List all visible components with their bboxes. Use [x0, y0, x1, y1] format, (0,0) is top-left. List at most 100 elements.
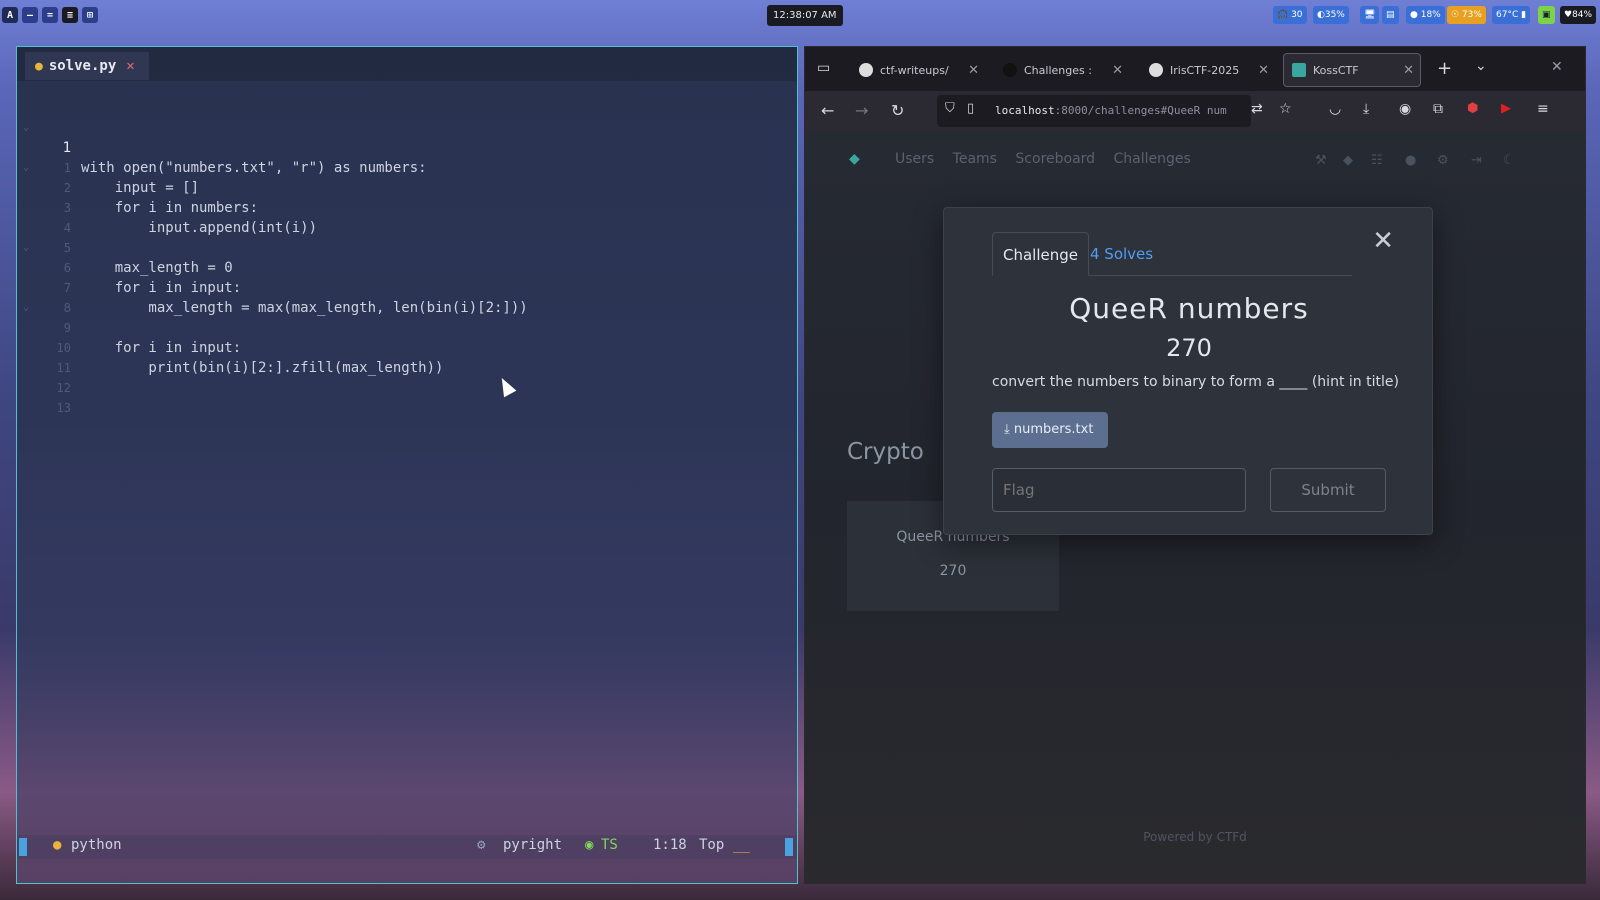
- category-heading: Crypto: [847, 439, 924, 465]
- ctfd-logo-icon[interactable]: ◆: [849, 151, 860, 167]
- footer-powered-by[interactable]: Powered by CTFd: [805, 830, 1585, 844]
- battery-indicator[interactable]: ♥84%: [1560, 6, 1597, 24]
- code-line[interactable]: 7 max_length = max(max_length, len(bin(i…: [17, 238, 797, 316]
- site-favicon-icon: [1003, 63, 1017, 77]
- close-tab-icon[interactable]: ✕: [126, 58, 134, 74]
- memory-indicator[interactable]: ☉ 73%: [1447, 6, 1486, 24]
- mode-indicator-right: [785, 838, 793, 856]
- close-tab-icon[interactable]: ✕: [1403, 63, 1414, 78]
- code-line[interactable]: 1 input = []: [17, 118, 797, 196]
- menu-icon[interactable]: ≡: [1537, 101, 1549, 117]
- cursor-position: 1:18: [653, 837, 687, 853]
- code-line[interactable]: 13: [17, 358, 797, 415]
- browser-nav-bar: ← → ↻ localhost:8000/challenges#QueeR nu…: [805, 91, 1585, 133]
- nav-scoreboard[interactable]: Scoreboard: [1015, 151, 1095, 167]
- code-line[interactable]: 12: [17, 338, 797, 395]
- code-line[interactable]: 3 input.append(int(i)): [17, 158, 797, 236]
- browser-tab-irisctf[interactable]: IrisCTF-2025 ✕: [1141, 53, 1275, 87]
- code-line[interactable]: ⌄ 2 for i in numbers:: [17, 138, 797, 216]
- shield-icon[interactable]: ⛉: [945, 101, 955, 116]
- url-host: localhost: [995, 104, 1055, 117]
- headphone-volume-indicator[interactable]: 🎧 30: [1273, 6, 1307, 24]
- code-line[interactable]: 8: [17, 258, 797, 315]
- editor-tab-solve-py[interactable]: ● solve.py ✕: [25, 52, 149, 80]
- code-line[interactable]: ⌄ 1 with open("numbers.txt", "r") as num…: [17, 98, 797, 176]
- code-line[interactable]: 11: [17, 318, 797, 375]
- modal-tabs: Challenge 4 Solves: [992, 232, 1352, 276]
- nav-challenges[interactable]: Challenges: [1114, 151, 1191, 167]
- forward-icon[interactable]: →: [855, 101, 868, 120]
- workspace-3-icon[interactable]: ≡: [62, 7, 78, 23]
- system-top-bar: A – = ≡ ⊞ 12:38:07 AM 🎧 30 ◐35% 🖥 ▤ ● 18…: [0, 0, 1600, 30]
- brightness-indicator[interactable]: ◐35%: [1313, 6, 1349, 24]
- download-icon[interactable]: ⤓: [1363, 101, 1369, 117]
- gears-icon: ⚙: [477, 837, 486, 853]
- flag-input[interactable]: [992, 468, 1246, 512]
- theme-toggle-icon[interactable]: ☾: [1503, 153, 1515, 168]
- close-tab-icon[interactable]: ✕: [968, 63, 979, 78]
- close-tab-icon[interactable]: ✕: [1258, 63, 1269, 78]
- back-icon[interactable]: ←: [821, 101, 834, 120]
- browser-tab-label: IrisCTF-2025: [1170, 63, 1240, 77]
- url-bar[interactable]: localhost:8000/challenges#QueeR num: [937, 95, 1251, 127]
- window-close-icon[interactable]: ✕: [1551, 59, 1563, 75]
- bookmark-star-icon[interactable]: ☆: [1279, 101, 1292, 117]
- code-line[interactable]: 4: [17, 178, 797, 235]
- code-line[interactable]: 5 max_length = 0: [17, 198, 797, 276]
- code-editor-window[interactable]: ● solve.py ✕ ⌄ 1 with open("numbers.txt"…: [16, 46, 798, 884]
- keyboard-icon[interactable]: ▤: [1382, 6, 1399, 24]
- browser-tab-challenges[interactable]: Challenges : ✕: [995, 53, 1129, 87]
- pocket-icon[interactable]: ◡: [1329, 101, 1341, 117]
- app-tray-icon[interactable]: ▣: [1538, 6, 1555, 24]
- launcher-icon[interactable]: A: [2, 7, 18, 23]
- site-nav: Users Teams Scoreboard Challenges: [895, 151, 1205, 167]
- close-tab-icon[interactable]: ✕: [1112, 63, 1123, 78]
- tab-challenge[interactable]: Challenge: [992, 232, 1089, 276]
- browser-window[interactable]: ▭ ctf-writeups/ ✕ Challenges : ✕ IrisCTF…: [804, 46, 1586, 884]
- download-file-button[interactable]: ⤓ numbers.txt: [992, 412, 1108, 448]
- team-icon[interactable]: ☷: [1371, 153, 1383, 168]
- temperature-indicator[interactable]: 67°C ▮: [1492, 6, 1531, 24]
- nav-teams[interactable]: Teams: [953, 151, 997, 167]
- settings-icon[interactable]: ⚙: [1437, 153, 1449, 168]
- reload-icon[interactable]: ↻: [891, 101, 904, 120]
- workspace-2-icon[interactable]: =: [42, 7, 58, 23]
- ublock-icon[interactable]: ⬢: [1467, 101, 1478, 116]
- browser-tab-kossctf[interactable]: KossCTF ✕: [1283, 53, 1421, 87]
- challenge-description: convert the numbers to binary to form a …: [992, 374, 1399, 390]
- notifications-icon[interactable]: ◆: [1343, 153, 1353, 168]
- youtube-extension-icon[interactable]: ▶: [1501, 101, 1511, 116]
- modal-close-icon[interactable]: ✕: [1372, 226, 1394, 256]
- browser-tab-ctf-writeups[interactable]: ctf-writeups/ ✕: [851, 53, 985, 87]
- editor-statusline: ● python ⚙ pyright ◉ TS 1:18 Top __: [17, 835, 797, 859]
- treesitter-label: TS: [601, 837, 618, 853]
- admin-icon[interactable]: ⚒: [1315, 153, 1327, 168]
- firefox-view-icon[interactable]: ▭: [817, 60, 830, 76]
- display-icon[interactable]: 🖥: [1360, 6, 1380, 24]
- tab-solves[interactable]: 4 Solves: [1080, 232, 1163, 276]
- page-info-icon[interactable]: ▯: [967, 101, 974, 116]
- file-label: numbers.txt: [1013, 422, 1094, 437]
- python-icon: ●: [35, 58, 43, 74]
- account-icon[interactable]: ◉: [1399, 101, 1411, 117]
- filetype-label: python: [71, 837, 122, 853]
- profile-icon[interactable]: ●: [1405, 153, 1416, 168]
- nav-users[interactable]: Users: [895, 151, 934, 167]
- editor-tab-label: solve.py: [48, 58, 117, 74]
- python-icon: ●: [53, 837, 62, 853]
- lsp-label: pyright: [503, 837, 563, 853]
- cpu-indicator[interactable]: ● 18%: [1406, 6, 1445, 24]
- clock: 12:38:07 AM: [767, 5, 843, 26]
- submit-button[interactable]: Submit: [1270, 468, 1386, 512]
- logout-icon[interactable]: ⇥: [1471, 153, 1482, 168]
- code-line[interactable]: ⌄ 9 for i in input:: [17, 278, 797, 356]
- challenge-title: QueeR numbers: [1069, 292, 1309, 325]
- extensions-icon[interactable]: ⧉: [1433, 101, 1443, 117]
- code-line[interactable]: ⌄ 6 for i in input:: [17, 218, 797, 296]
- tab-list-icon[interactable]: ⌄: [1475, 58, 1487, 74]
- new-tab-icon[interactable]: +: [1437, 58, 1452, 79]
- workspace-1-icon[interactable]: –: [22, 7, 38, 23]
- workspace-4-icon[interactable]: ⊞: [82, 7, 98, 23]
- code-line[interactable]: 10 print(bin(i)[2:].zfill(max_length)): [17, 298, 797, 376]
- translate-icon[interactable]: ⇄: [1251, 101, 1263, 117]
